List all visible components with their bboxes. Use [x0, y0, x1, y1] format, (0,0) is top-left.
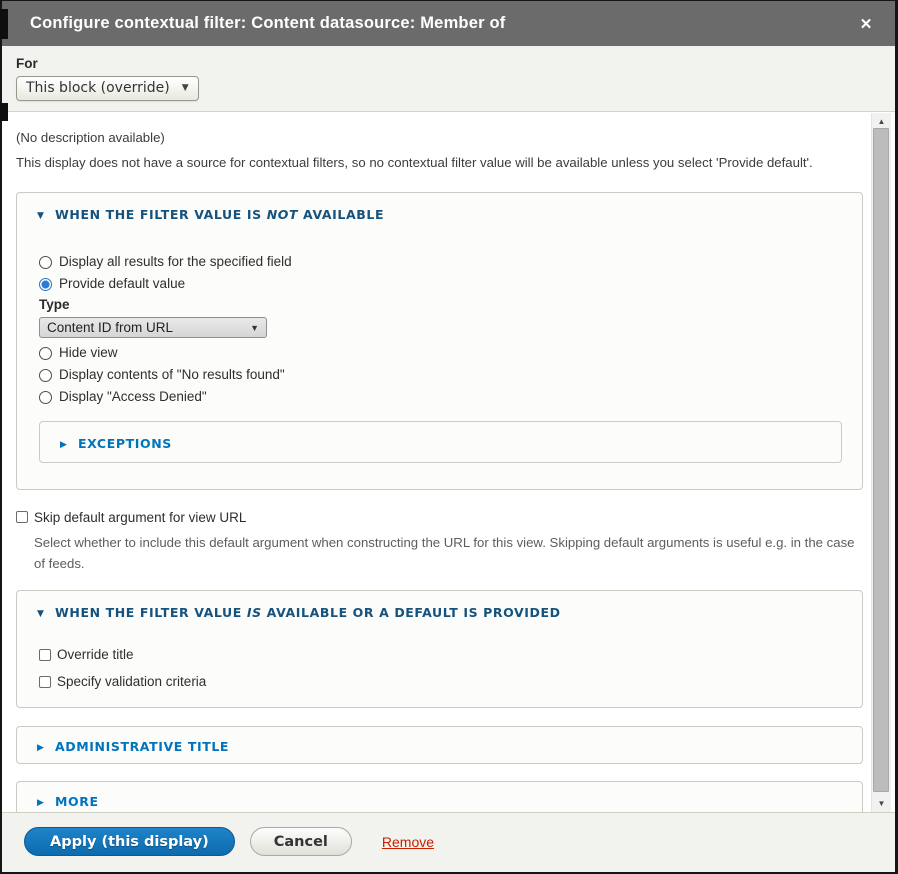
fieldset-title-text: WHEN THE FILTER VALUE IS: [55, 207, 267, 222]
apply-button[interactable]: Apply (this display): [24, 827, 235, 856]
default-type-select[interactable]: Content ID from URL ▼: [39, 317, 267, 338]
radio-option-no-results[interactable]: Display contents of "No results found": [39, 364, 842, 386]
fieldset-title-emphasis: NOT: [267, 207, 298, 222]
checkbox-label[interactable]: Specify validation criteria: [57, 671, 206, 693]
configure-contextual-filter-dialog: Configure contextual filter: Content dat…: [2, 1, 895, 872]
radio-icon[interactable]: [39, 369, 52, 382]
radio-label[interactable]: Provide default value: [59, 273, 185, 295]
triangle-right-icon: ▶: [60, 437, 78, 454]
radio-option-access-denied[interactable]: Display "Access Denied": [39, 386, 842, 408]
triangle-down-icon: ▼: [37, 208, 55, 225]
scroll-up-icon[interactable]: ▲: [872, 114, 891, 128]
fieldset-title-text: ADMINISTRATIVE TITLE: [55, 739, 229, 754]
specify-validation-option[interactable]: Specify validation criteria: [39, 668, 842, 695]
radio-icon[interactable]: [39, 347, 52, 360]
fieldset-filter-not-available: ▼WHEN THE FILTER VALUE IS NOT AVAILABLE …: [16, 192, 863, 490]
checkbox-icon[interactable]: [16, 511, 28, 523]
fieldset-admin-title-toggle[interactable]: ▶ADMINISTRATIVE TITLE: [17, 727, 862, 757]
fieldset-title-text: WHEN THE FILTER VALUE: [55, 605, 247, 620]
fieldset-administrative-title: ▶ADMINISTRATIVE TITLE: [16, 726, 863, 764]
cancel-button[interactable]: Cancel: [250, 827, 352, 856]
radio-label[interactable]: Display all results for the specified fi…: [59, 251, 292, 273]
chevron-down-icon: ▼: [250, 323, 259, 333]
for-select-value: This block (override): [26, 80, 170, 96]
fieldset-available-toggle[interactable]: ▼WHEN THE FILTER VALUE IS AVAILABLE OR A…: [17, 591, 862, 623]
fieldset-exceptions-toggle[interactable]: ▶EXCEPTIONS: [40, 422, 841, 454]
type-select-value: Content ID from URL: [47, 320, 173, 335]
skip-default-argument-description: Select whether to include this default a…: [34, 532, 862, 574]
fieldset-title-text: MORE: [55, 794, 99, 809]
fieldset-more: ▶MORE: [16, 781, 863, 812]
for-section: For This block (override) ▼: [2, 46, 895, 112]
triangle-right-icon: ▶: [37, 795, 55, 812]
dialog-titlebar: Configure contextual filter: Content dat…: [2, 1, 895, 46]
radio-option-display-all[interactable]: Display all results for the specified fi…: [39, 251, 842, 273]
backdrop-edge-artifact: [0, 103, 8, 121]
dialog-title: Configure contextual filter: Content dat…: [30, 14, 505, 33]
backdrop-edge-artifact: [0, 9, 8, 39]
radio-icon[interactable]: [39, 256, 52, 269]
triangle-down-icon: ▼: [37, 606, 55, 623]
radio-selected-icon[interactable]: [39, 278, 52, 291]
checkbox-label[interactable]: Override title: [57, 644, 134, 666]
chevron-down-icon: ▼: [182, 83, 189, 93]
checkbox-icon[interactable]: [39, 676, 51, 688]
close-icon[interactable]: ✕: [855, 13, 877, 35]
fieldset-title-text: AVAILABLE: [298, 207, 384, 222]
scrollbar-thumb[interactable]: [873, 128, 889, 792]
radio-label[interactable]: Display contents of "No results found": [59, 364, 285, 386]
checkbox-label[interactable]: Skip default argument for view URL: [34, 510, 246, 525]
triangle-right-icon: ▶: [37, 740, 55, 757]
radio-icon[interactable]: [39, 391, 52, 404]
checkbox-icon[interactable]: [39, 649, 51, 661]
display-source-note: This display does not have a source for …: [16, 154, 863, 171]
fieldset-exceptions: ▶EXCEPTIONS: [39, 421, 842, 463]
type-label: Type: [39, 297, 842, 313]
radio-label[interactable]: Hide view: [59, 342, 118, 364]
for-display-select[interactable]: This block (override) ▼: [16, 76, 199, 101]
fieldset-filter-available: ▼WHEN THE FILTER VALUE IS AVAILABLE OR A…: [16, 590, 863, 708]
radio-label[interactable]: Display "Access Denied": [59, 386, 207, 408]
scroll-down-icon[interactable]: ▼: [872, 796, 891, 810]
no-description-text: (No description available): [16, 129, 863, 146]
fieldset-more-toggle[interactable]: ▶MORE: [17, 782, 862, 812]
fieldset-title-text: EXCEPTIONS: [78, 436, 172, 451]
dialog-content: (No description available) This display …: [2, 112, 895, 812]
vertical-scrollbar[interactable]: ▲ ▼: [871, 113, 891, 812]
dialog-footer: Apply (this display) Cancel Remove: [2, 812, 895, 872]
fieldset-not-available-toggle[interactable]: ▼WHEN THE FILTER VALUE IS NOT AVAILABLE: [17, 193, 862, 225]
for-label: For: [16, 56, 881, 71]
remove-link[interactable]: Remove: [382, 834, 434, 850]
radio-option-provide-default[interactable]: Provide default value: [39, 273, 842, 295]
radio-option-hide-view[interactable]: Hide view: [39, 342, 842, 364]
override-title-option[interactable]: Override title: [39, 641, 842, 668]
fieldset-title-emphasis: IS: [247, 605, 262, 620]
fieldset-title-text: AVAILABLE OR A DEFAULT IS PROVIDED: [262, 605, 561, 620]
skip-default-argument-option[interactable]: Skip default argument for view URL: [16, 508, 863, 526]
